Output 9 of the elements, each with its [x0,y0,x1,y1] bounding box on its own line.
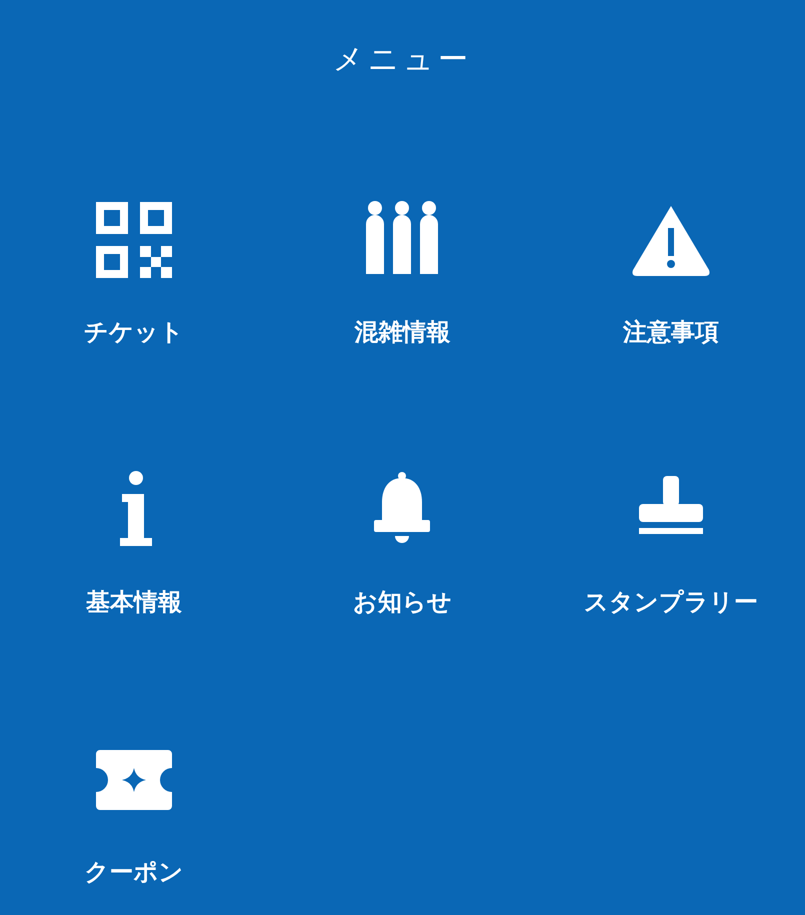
menu-item[interactable]: チケット [84,200,184,346]
page-title: メニュー [332,41,473,79]
menu-item[interactable]: スタンプラリー [584,470,758,616]
menu-item[interactable]: お知らせ [352,470,452,616]
menu-item[interactable]: 混雑情報 [354,200,450,346]
menu-item[interactable]: クーポン [84,740,184,886]
menu-item[interactable]: 基本情報 [86,470,182,616]
menu-item[interactable]: 注意事項 [622,200,719,346]
qr-code-icon [94,200,174,280]
